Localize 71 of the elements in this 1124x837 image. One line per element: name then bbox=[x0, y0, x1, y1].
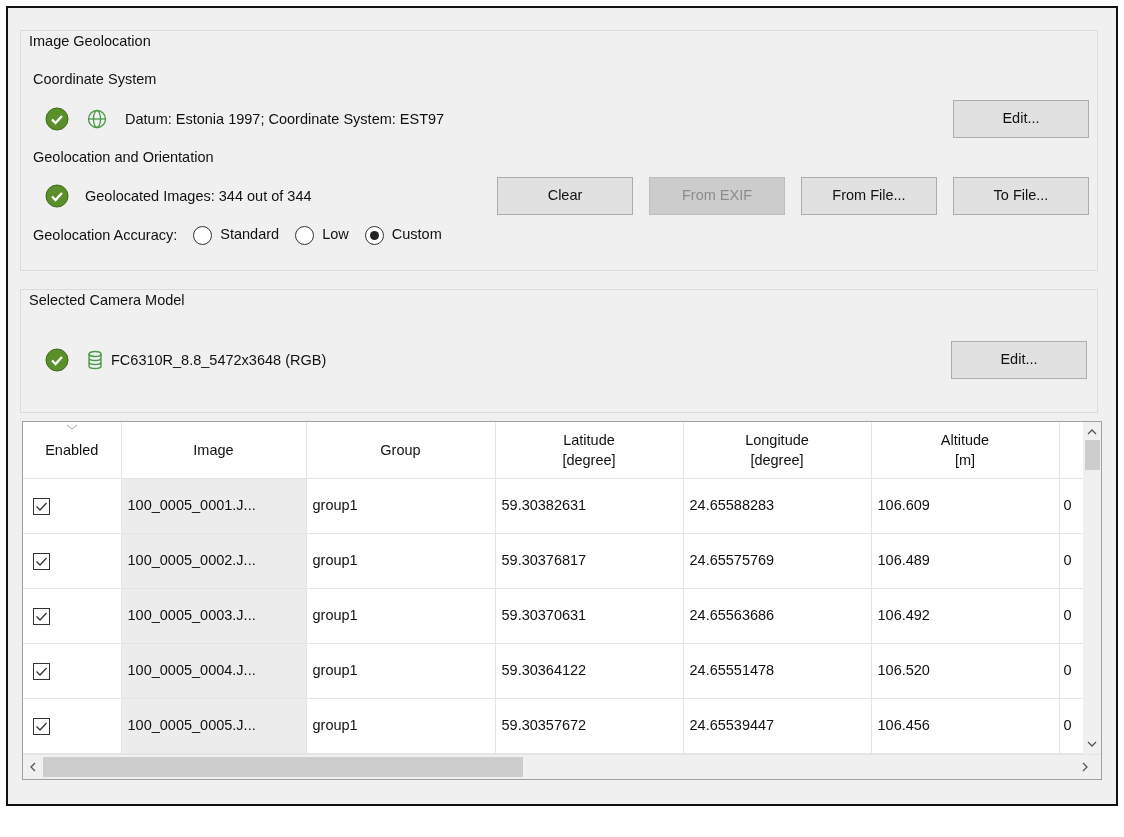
scroll-thumb[interactable] bbox=[43, 757, 523, 778]
checkbox[interactable] bbox=[33, 552, 50, 570]
geolocated-images-text: Geolocated Images: 344 out of 344 bbox=[85, 187, 312, 207]
table-cell: 59.30376817 bbox=[495, 533, 683, 589]
table-cell: 106.489 bbox=[871, 533, 1059, 589]
radio-button[interactable] bbox=[193, 225, 213, 245]
check-circle-icon bbox=[45, 184, 69, 209]
check-circle-icon bbox=[45, 106, 69, 131]
table-cell: 59.30364122 bbox=[495, 643, 683, 699]
globe-icon bbox=[85, 108, 109, 129]
checkbox[interactable] bbox=[33, 717, 50, 735]
scroll-right-icon bbox=[1081, 762, 1089, 773]
scroll-left-icon bbox=[29, 762, 37, 773]
table-cell: group1 bbox=[306, 478, 495, 534]
table-cell: 100_0005_0005.J... bbox=[121, 698, 306, 754]
table-cell: 100_0005_0003.J... bbox=[121, 588, 306, 644]
table-cell: 106.456 bbox=[871, 698, 1059, 754]
accuracy-label: Geolocation Accuracy: bbox=[33, 226, 178, 246]
table-cell: 24.65588283 bbox=[683, 478, 871, 534]
table-cell: 100_0005_0001.J... bbox=[121, 478, 306, 534]
checkbox[interactable] bbox=[33, 607, 50, 625]
section-label: Geolocation and Orientation bbox=[33, 148, 214, 165]
check-circle-icon bbox=[45, 347, 69, 372]
column-header[interactable]: Group bbox=[306, 421, 495, 479]
radio-option[interactable]: Custom bbox=[364, 224, 442, 246]
table-cell: 100_0005_0004.J... bbox=[121, 643, 306, 699]
column-header[interactable]: Latitude [degree] bbox=[495, 421, 683, 479]
table-cell: 106.609 bbox=[871, 478, 1059, 534]
section-label: Coordinate System bbox=[33, 70, 157, 87]
column-header[interactable]: Image bbox=[121, 421, 306, 479]
table-cell: 24.65551478 bbox=[683, 643, 871, 699]
radio-option[interactable]: Low bbox=[295, 224, 349, 246]
table-cell: 24.65563686 bbox=[683, 588, 871, 644]
table-cell: 59.30370631 bbox=[495, 588, 683, 644]
camera-model-text: FC6310R_8.8_5472x3648 (RGB) bbox=[111, 350, 327, 370]
edit-button[interactable]: Edit... bbox=[953, 99, 1089, 138]
database-icon bbox=[87, 349, 103, 370]
action-button[interactable]: Clear bbox=[497, 177, 633, 216]
checkbox[interactable] bbox=[33, 662, 50, 680]
scroll-down-icon bbox=[1087, 740, 1097, 749]
edit-button[interactable]: Edit... bbox=[951, 340, 1087, 379]
action-button[interactable]: To File... bbox=[953, 177, 1089, 216]
table-cell: 24.65575769 bbox=[683, 533, 871, 589]
table-cell: 106.492 bbox=[871, 588, 1059, 644]
action-button[interactable]: From File... bbox=[801, 177, 937, 216]
table-cell: 100_0005_0002.J... bbox=[121, 533, 306, 589]
horizontal-scrollbar[interactable] bbox=[23, 754, 1101, 780]
coordinate-system-text: Datum: Estonia 1997; Coordinate System: EST97 bbox=[125, 109, 445, 129]
radio-button[interactable] bbox=[295, 225, 315, 245]
table-cell: 59.30382631 bbox=[495, 478, 683, 534]
group-title: Image Geolocation bbox=[27, 32, 153, 50]
column-header[interactable]: Longitude [degree] bbox=[683, 421, 871, 479]
table-cell: 24.65539447 bbox=[683, 698, 871, 754]
table-cell: 106.520 bbox=[871, 643, 1059, 699]
scroll-up-icon bbox=[1087, 427, 1097, 436]
table-cell: group1 bbox=[306, 643, 495, 699]
table-cell: group1 bbox=[306, 588, 495, 644]
table-cell: group1 bbox=[306, 698, 495, 754]
table-cell: group1 bbox=[306, 533, 495, 589]
vertical-scrollbar[interactable] bbox=[1083, 421, 1101, 755]
table-cell: 59.30357672 bbox=[495, 698, 683, 754]
radio-label: Custom bbox=[391, 225, 442, 245]
checkbox[interactable] bbox=[33, 497, 50, 515]
radio-label: Low bbox=[322, 225, 349, 245]
sort-icon bbox=[65, 423, 78, 431]
radio-option[interactable]: Standard bbox=[193, 224, 280, 246]
radio-button[interactable] bbox=[364, 225, 384, 245]
column-header[interactable]: Altitude [m] bbox=[871, 421, 1059, 479]
radio-label: Standard bbox=[220, 225, 280, 245]
scroll-thumb[interactable] bbox=[1084, 439, 1100, 470]
column-header[interactable]: Enabled bbox=[23, 421, 121, 479]
